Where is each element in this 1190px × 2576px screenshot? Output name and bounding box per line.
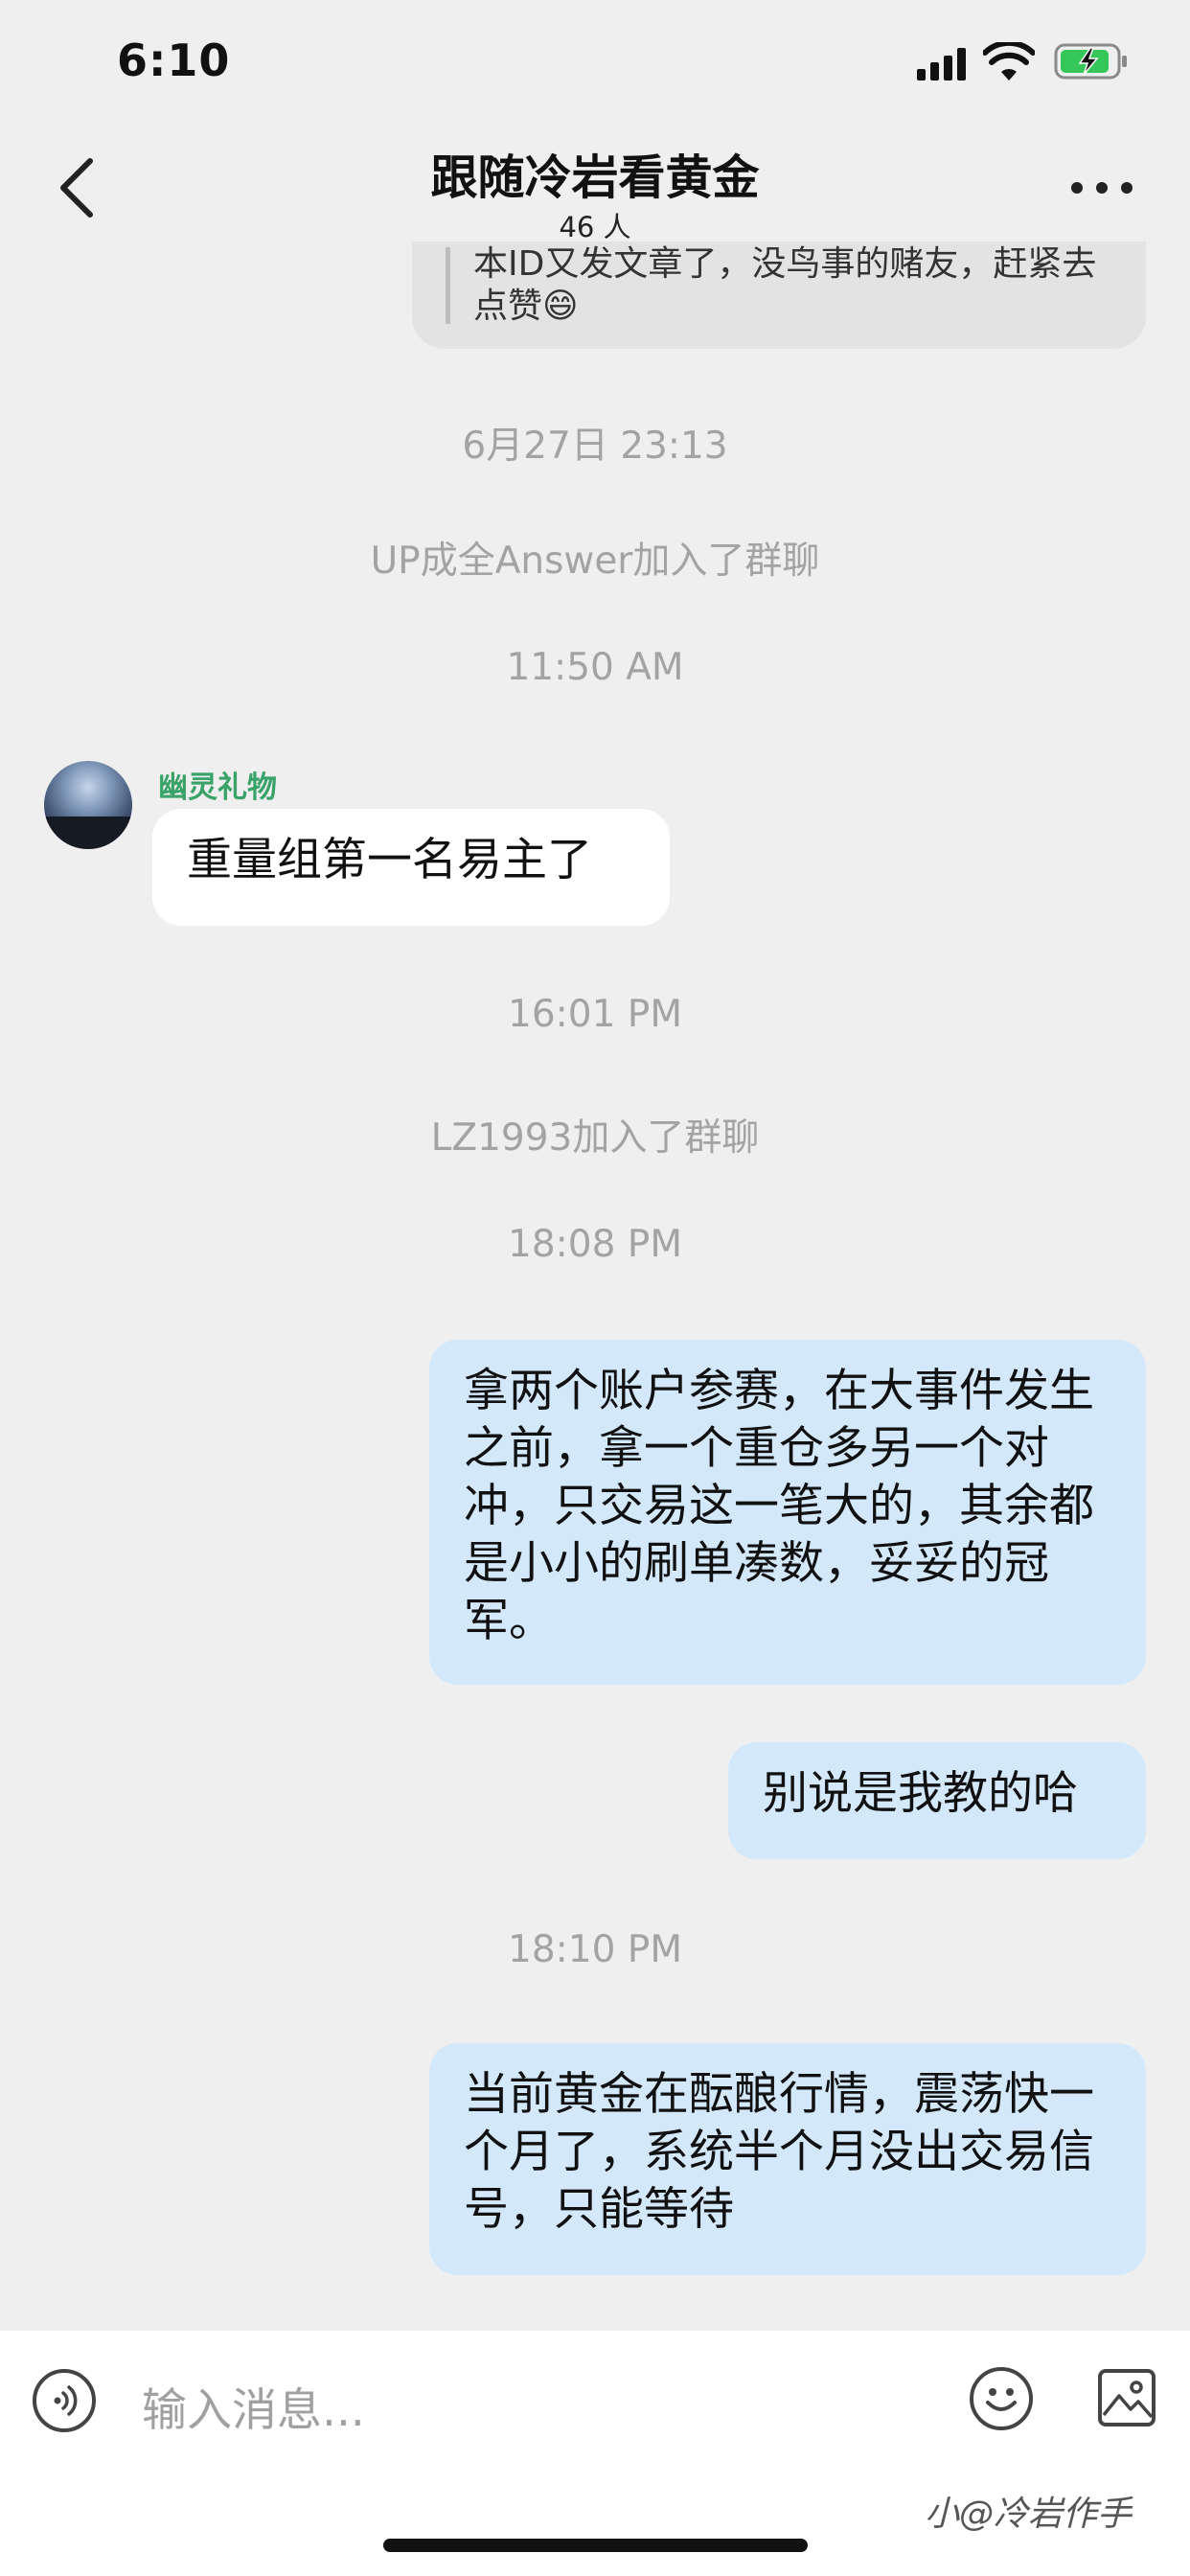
timestamp: 6月27日 23:13: [462, 425, 728, 468]
sender-name[interactable]: 幽灵礼物: [158, 763, 277, 806]
voice-icon[interactable]: [33, 2369, 96, 2432]
system-message: LZ1993加入了群聊: [430, 1116, 760, 1160]
home-indicator[interactable]: [383, 2539, 808, 2552]
chat-title: 跟随冷岩看黄金: [430, 150, 760, 205]
signal-icon: [917, 48, 967, 80]
avatar[interactable]: [44, 761, 132, 849]
outgoing-message-bubble[interactable]: 拿两个账户参赛，在大事件发生之前，拿一个重仓多另一个对冲，只交易这一笔大的，其余…: [429, 1340, 1146, 1685]
incoming-message-bubble[interactable]: 重量组第一名易主了: [152, 809, 670, 926]
watermark: 小@冷岩作手: [925, 2495, 1133, 2534]
timestamp: 11:50 AM: [506, 646, 684, 689]
quote-bar: [446, 247, 450, 324]
timestamp: 18:08 PM: [508, 1223, 682, 1266]
timestamp: 18:10 PM: [508, 1928, 682, 1971]
message-input[interactable]: 输入消息...: [142, 2373, 365, 2439]
image-icon[interactable]: [1098, 2369, 1156, 2426]
emoji-icon[interactable]: [970, 2367, 1033, 2430]
member-count: 46 人: [559, 211, 631, 243]
wifi-icon: [983, 42, 1035, 80]
more-icon[interactable]: [1071, 182, 1133, 196]
outgoing-message-bubble[interactable]: 当前黄金在酝酿行情，震荡快一个月了，系统半个月没出交易信号，只能等待: [429, 2043, 1146, 2275]
status-time: 6:10: [117, 34, 231, 86]
system-message: UP成全Answer加入了群聊: [370, 540, 820, 583]
quoted-message-text: 本ID又发文章了，没鸟事的赌友，赶紧去点赞😄: [473, 244, 1097, 326]
battery-icon: [1054, 43, 1127, 80]
timestamp: 16:01 PM: [508, 993, 682, 1036]
outgoing-message-bubble[interactable]: 别说是我教的哈: [728, 1742, 1146, 1859]
